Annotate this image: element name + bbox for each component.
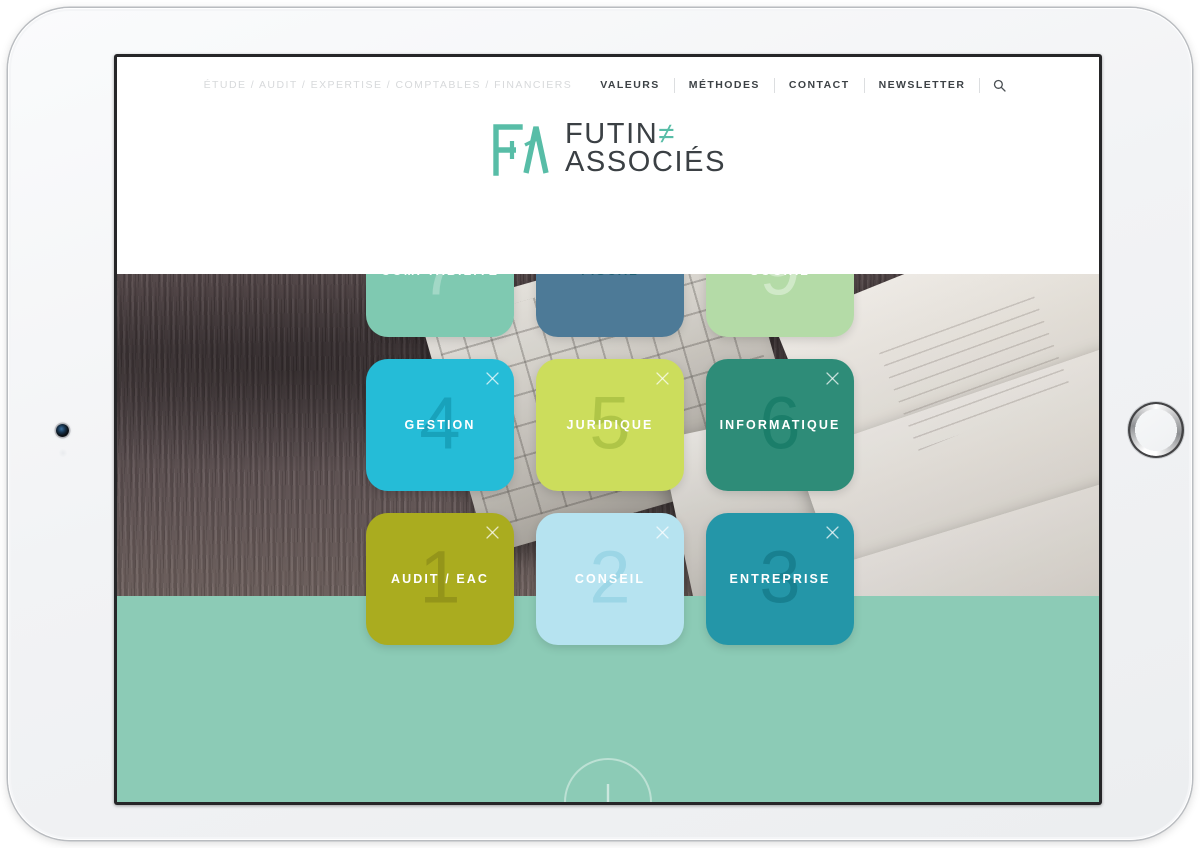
nav-link-contact[interactable]: CONTACT xyxy=(775,79,864,91)
camera-lens-icon xyxy=(56,424,69,437)
service-tile-gestion[interactable]: 4 GESTION xyxy=(366,359,514,491)
browser-viewport: ÉTUDE / AUDIT / EXPERTISE / COMPTABLES /… xyxy=(117,57,1099,802)
service-tile-informatique[interactable]: 6 INFORMATIQUE xyxy=(706,359,854,491)
tile-label: ENTREPRISE xyxy=(729,572,831,586)
header-tagline: ÉTUDE / AUDIT / EXPERTISE / COMPTABLES /… xyxy=(203,79,573,91)
close-x-icon[interactable] xyxy=(653,369,672,388)
close-x-icon[interactable] xyxy=(483,369,502,388)
close-x-icon[interactable] xyxy=(483,523,502,542)
tile-label: GESTION xyxy=(404,418,476,432)
tablet-device-frame: ÉTUDE / AUDIT / EXPERTISE / COMPTABLES /… xyxy=(7,7,1193,841)
service-tile-juridique[interactable]: 5 JURIDIQUE xyxy=(536,359,684,491)
nav-link-newsletter[interactable]: NEWSLETTER xyxy=(865,79,980,91)
screen-bezel: ÉTUDE / AUDIT / EXPERTISE / COMPTABLES /… xyxy=(114,54,1102,805)
nav-link-valeurs[interactable]: VALEURS xyxy=(586,79,674,91)
search-icon[interactable] xyxy=(980,79,1012,92)
site-logo[interactable]: FUTIN≠ ASSOCIÉS xyxy=(117,120,1099,178)
site-header: ÉTUDE / AUDIT / EXPERTISE / COMPTABLES /… xyxy=(117,57,1099,274)
tile-label: AUDIT / EAC xyxy=(390,572,490,586)
ambient-sensor-icon xyxy=(59,449,67,457)
service-tile-audit-eac[interactable]: 1 AUDIT / EAC xyxy=(366,513,514,645)
tile-label: JURIDIQUE xyxy=(566,418,654,432)
logo-line-1: FUTIN≠ xyxy=(565,120,726,149)
close-x-icon[interactable] xyxy=(823,369,842,388)
nav-link-methodes[interactable]: MÉTHODES xyxy=(675,79,774,91)
tile-label: INFORMATIQUE xyxy=(719,418,841,432)
logo-wordmark: FUTIN≠ ASSOCIÉS xyxy=(564,120,727,178)
service-tile-conseil[interactable]: 2 CONSEIL xyxy=(536,513,684,645)
scroll-down-circle-arrow-icon[interactable] xyxy=(564,758,652,802)
futin-associes-monogram-icon xyxy=(493,124,549,176)
home-button[interactable] xyxy=(1128,402,1184,458)
logo-line-2: ASSOCIÉS xyxy=(564,146,727,178)
service-tile-entreprise[interactable]: 3 ENTREPRISE xyxy=(706,513,854,645)
top-navigation: ÉTUDE / AUDIT / EXPERTISE / COMPTABLES /… xyxy=(117,57,1099,101)
close-x-icon[interactable] xyxy=(653,523,672,542)
close-x-icon[interactable] xyxy=(823,523,842,542)
tile-label: CONSEIL xyxy=(574,572,646,586)
